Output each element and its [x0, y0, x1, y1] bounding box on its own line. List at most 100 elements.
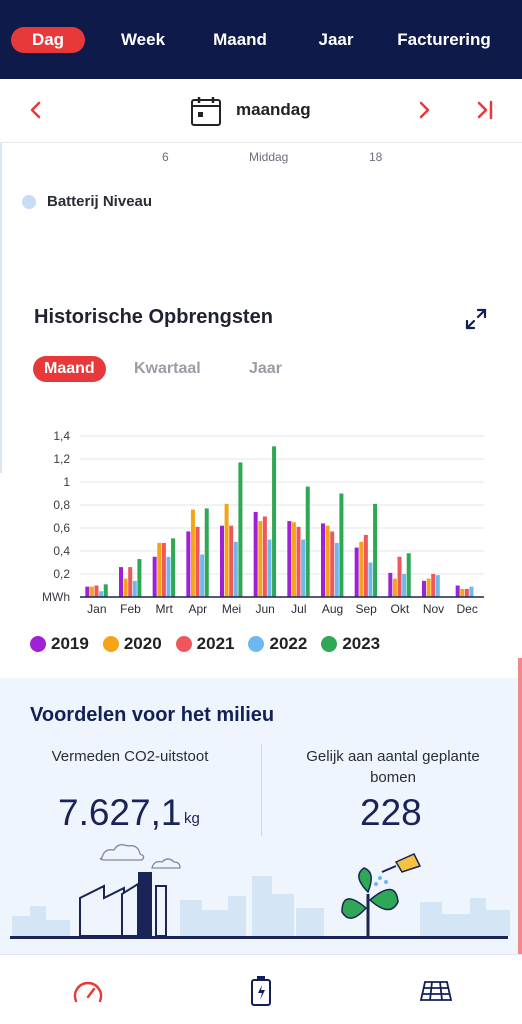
legend-item[interactable]: 2019 [30, 634, 89, 654]
legend-item[interactable]: 2023 [321, 634, 380, 654]
bar-2022-Feb [132, 580, 137, 597]
y-tick-label: 0,6 [53, 521, 70, 535]
divider [261, 744, 262, 836]
bar-2020-Okt [392, 578, 397, 597]
bar-2020-Dec [460, 588, 465, 597]
bar-2021-Feb [128, 567, 133, 597]
date-bar: maandag [0, 79, 522, 143]
tab-jaar[interactable]: Jaar [310, 28, 362, 52]
tab-maand[interactable]: Maand [206, 28, 274, 52]
bar-2020-Jul [291, 522, 296, 597]
bar-2020-Mrt [157, 542, 162, 597]
x-tick-label: Jun [255, 602, 274, 616]
bar-2023-Feb [137, 559, 142, 597]
legend-item[interactable]: 2022 [248, 634, 307, 654]
legend-dot [321, 636, 338, 652]
x-tick-label: Jul [291, 602, 306, 616]
bar-2023-Jul [305, 486, 310, 597]
bar-2022-Aug [334, 542, 339, 597]
x-tick-label: Aug [322, 602, 343, 616]
bottom-navigation [0, 954, 522, 1024]
selected-day-label[interactable]: maandag [236, 100, 311, 120]
bar-2022-Jan [99, 591, 104, 597]
bar-2022-Jul [301, 539, 306, 597]
bar-2021-Mrt [161, 542, 166, 597]
battery-charging-icon[interactable] [250, 975, 272, 1012]
chevron-left-icon[interactable] [28, 95, 44, 133]
co2-value: 7.627,1 [58, 792, 182, 833]
bar-2019-Jul [287, 521, 292, 597]
bar-2020-Mei [224, 503, 229, 597]
tab-facturering[interactable]: Facturering [392, 28, 496, 52]
tab-week[interactable]: Week [112, 28, 174, 52]
clouds [99, 844, 181, 869]
bar-2021-Dec [464, 588, 469, 597]
historic-bar-chart: 0,2 0,4 0,6 0,8 1 1,2 1,4 MWh Jan Feb Mrt Apr Mei Jun… [42, 429, 484, 616]
bar-2019-Okt [388, 572, 393, 597]
bar-2021-Jun [262, 516, 267, 597]
bar-2020-Jan [89, 586, 94, 597]
bar-2021-Jan [94, 585, 99, 597]
bar-2022-Apr [200, 554, 205, 597]
scroll-indicator [518, 658, 522, 954]
bar-2020-Nov [426, 578, 431, 597]
bar-2021-Mei [229, 525, 234, 597]
bar-2023-Apr [204, 508, 209, 597]
trees-label-line: Gelijk aan aantal geplante [306, 748, 480, 765]
segment-jaar[interactable]: Jaar [249, 356, 282, 382]
bar-2022-Okt [402, 574, 407, 597]
bar-2022-Sep [368, 562, 373, 597]
bar-2021-Sep [363, 534, 368, 597]
bar-2023-Aug [339, 493, 344, 597]
skip-to-end-icon[interactable] [474, 95, 496, 133]
bar-2022-Jun [267, 539, 272, 597]
co2-label: Vermeden CO2-uitstoot [51, 748, 209, 765]
bar-2019-Aug [321, 523, 325, 597]
bar-2021-Aug [330, 531, 335, 597]
environment-illustration [10, 844, 510, 939]
legend-label: 2021 [196, 634, 235, 653]
x-tick-label: Okt [390, 602, 409, 616]
tab-dag[interactable]: Dag [11, 27, 85, 53]
expand-icon[interactable] [464, 307, 488, 336]
bar-2023-Sep [373, 503, 378, 597]
legend-dot [248, 636, 265, 652]
hour-tick: 6 [162, 150, 169, 164]
segment-kwartaal[interactable]: Kwartaal [134, 356, 201, 382]
battery-level-legend[interactable]: Batterij Niveau [22, 193, 152, 210]
bar-2022-Dec [469, 586, 474, 597]
legend-item[interactable]: 2021 [175, 634, 235, 654]
chevron-right-icon[interactable] [416, 95, 432, 133]
legend-dot [102, 636, 119, 652]
bar-2023-Mrt [171, 538, 176, 597]
legend-dot [30, 636, 46, 652]
solar-panel-icon[interactable] [419, 979, 453, 1008]
hour-tick: Middag [249, 150, 289, 164]
x-tick-label: Jan [87, 602, 106, 616]
y-tick-label: 0,4 [53, 544, 70, 558]
bar-2019-Dec [455, 585, 460, 597]
y-tick-label: 1,2 [53, 452, 70, 466]
segment-maand[interactable]: Maand [33, 356, 106, 382]
x-tick-label: Feb [120, 602, 141, 616]
y-tick-label: 1 [63, 475, 70, 489]
environment-title: Voordelen voor het milieu [30, 704, 275, 726]
bar-2019-Sep [354, 547, 359, 597]
bar-2022-Nov [435, 575, 440, 597]
y-tick-label: 0,2 [53, 567, 70, 581]
bar-2020-Aug [325, 525, 330, 597]
bar-2023-Jun [272, 446, 277, 597]
trees-label: Gelijk aan aantal geplante bomen [282, 746, 504, 788]
bar-2022-Mrt [166, 556, 171, 597]
bar-2020-Feb [123, 578, 128, 597]
bar-2019-Apr [186, 531, 191, 597]
speedometer-icon[interactable] [72, 979, 104, 1010]
bar-2023-Okt [406, 553, 411, 597]
calendar-icon[interactable] [190, 95, 222, 132]
ground-line [10, 936, 508, 939]
bar-2021-Nov [431, 574, 436, 597]
bar-2019-Nov [422, 580, 426, 597]
bar-2019-Mrt [152, 556, 157, 597]
section-title: Historische Opbrengsten [34, 306, 273, 328]
legend-item[interactable]: 2020 [102, 634, 162, 654]
